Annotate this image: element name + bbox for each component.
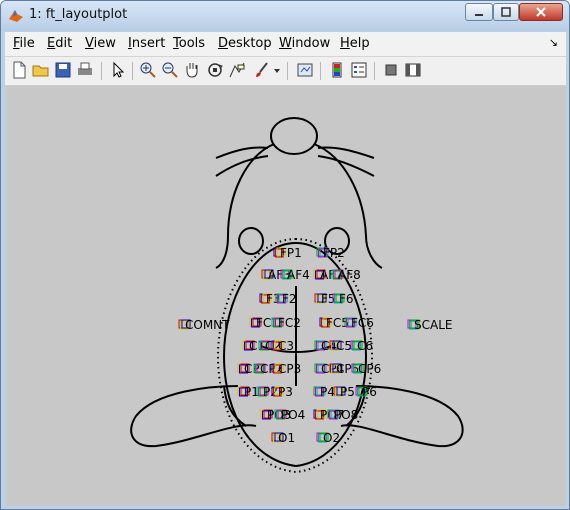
- channel-fp2: FP2: [316, 246, 345, 260]
- channel-label: F2: [282, 292, 297, 306]
- menu-edit[interactable]: Edit: [47, 36, 72, 51]
- channel-label: CP6: [358, 362, 381, 376]
- channel-f5: F5: [314, 292, 336, 306]
- plot-canvas[interactable]: FP1 FP2 AF3 AF4 AF7 AF8 F3 F2 F5 F6 FC1 FC2 FC5 FC6 CO…: [6, 86, 566, 506]
- menu-view[interactable]: View: [85, 36, 116, 51]
- pan-hand-icon[interactable]: [182, 60, 202, 80]
- toolbar-separator: [101, 62, 102, 80]
- insert-legend-icon[interactable]: [349, 60, 369, 80]
- channel-label: P3: [278, 385, 293, 399]
- open-file-icon[interactable]: [31, 60, 51, 80]
- nose-shape: [270, 117, 318, 155]
- channel-p1: P1: [237, 385, 259, 399]
- figure-toolbar: [5, 57, 566, 86]
- save-icon[interactable]: [53, 60, 73, 80]
- channel-label: SCALE: [414, 318, 452, 332]
- menu-bar: File Edit View Insert Tools Desktop Wind…: [5, 32, 566, 57]
- minimize-button[interactable]: [465, 3, 493, 21]
- channel-label: P5: [340, 385, 355, 399]
- channel-label: C3: [278, 339, 294, 353]
- channel-o1: O1: [271, 431, 295, 445]
- maximize-button[interactable]: [493, 3, 519, 21]
- channel-f6: F6: [332, 292, 354, 306]
- toolbar-separator: [287, 62, 288, 80]
- brush-icon[interactable]: [252, 60, 272, 80]
- link-plot-icon[interactable]: [295, 60, 315, 80]
- dock-arrow-icon[interactable]: ↘: [549, 36, 558, 49]
- channel-label: O1: [278, 431, 295, 445]
- data-cursor-icon[interactable]: [227, 60, 247, 80]
- toolbar-separator: [132, 62, 133, 80]
- insert-colorbar-icon[interactable]: [327, 60, 347, 80]
- zoom-out-icon[interactable]: [160, 60, 180, 80]
- channel-comnt: COMNT: [178, 318, 230, 332]
- figure-window: 1: ft_layoutplot File Edit View Insert T…: [0, 0, 570, 510]
- channel-label: CP3: [278, 362, 301, 376]
- window-title: 1: ft_layoutplot: [29, 7, 128, 22]
- channel-c6: C6: [350, 339, 373, 353]
- channel-label: AF4: [287, 268, 310, 282]
- hide-plot-tools-icon[interactable]: [381, 60, 401, 80]
- menu-tools[interactable]: Tools: [173, 36, 205, 51]
- close-icon: [536, 7, 546, 17]
- menu-help[interactable]: Help: [340, 36, 370, 51]
- channel-label: FP1: [280, 246, 302, 260]
- channel-fc6: FC6: [344, 316, 374, 330]
- channel-p6: P6: [355, 385, 377, 399]
- channel-label: FC2: [278, 316, 301, 330]
- channel-label: PO8: [334, 408, 358, 422]
- toolbar-separator: [374, 62, 375, 80]
- new-figure-icon[interactable]: [9, 60, 29, 80]
- toolbar-separator: [320, 62, 321, 80]
- print-icon[interactable]: [75, 60, 95, 80]
- channel-label: P4: [320, 385, 335, 399]
- channel-label: FC6: [351, 316, 374, 330]
- channel-label: FP2: [323, 246, 345, 260]
- maximize-icon: [501, 7, 511, 17]
- channel-p4: P4: [313, 385, 335, 399]
- channel-scale: SCALE: [407, 318, 452, 332]
- minimize-icon: [475, 14, 483, 16]
- menu-file[interactable]: File: [13, 36, 35, 51]
- menu-insert[interactable]: Insert: [128, 36, 165, 51]
- channel-label: C5: [336, 339, 352, 353]
- channel-label: PO4: [281, 408, 305, 422]
- brush-dropdown-icon[interactable]: [272, 60, 282, 80]
- channel-label: F6: [339, 292, 354, 306]
- menu-window[interactable]: Window: [279, 36, 330, 51]
- close-button[interactable]: [519, 3, 563, 21]
- channel-label: O2: [323, 431, 340, 445]
- channel-p5: P5: [333, 385, 355, 399]
- channel-markers: FP1 FP2AF3AF4 AF7AF8F3 F2 F5 F6FC1 FC2 FC5 FC6CO…: [178, 246, 452, 445]
- layout-plot: FP1 FP2AF3AF4 AF7AF8F3 F2 F5 F6FC1 FC2 FC5 FC6CO…: [130, 117, 464, 474]
- channel-label: P6: [362, 385, 377, 399]
- channel-o2: O2: [316, 431, 340, 445]
- show-plot-tools-icon[interactable]: [403, 60, 423, 80]
- rotate-3d-icon[interactable]: [205, 60, 225, 80]
- title-bar[interactable]: 1: ft_layoutplot: [1, 1, 569, 31]
- menu-desktop[interactable]: Desktop: [218, 36, 272, 51]
- edit-plot-arrow-icon[interactable]: [108, 60, 128, 80]
- matlab-app-icon: [9, 10, 23, 22]
- channel-fp1: FP1: [273, 246, 302, 260]
- left-eye-shape: [238, 227, 264, 255]
- channel-label: C6: [357, 339, 373, 353]
- zoom-in-icon[interactable]: [138, 60, 158, 80]
- channel-label: AF8: [338, 268, 361, 282]
- channel-label: COMNT: [185, 318, 230, 332]
